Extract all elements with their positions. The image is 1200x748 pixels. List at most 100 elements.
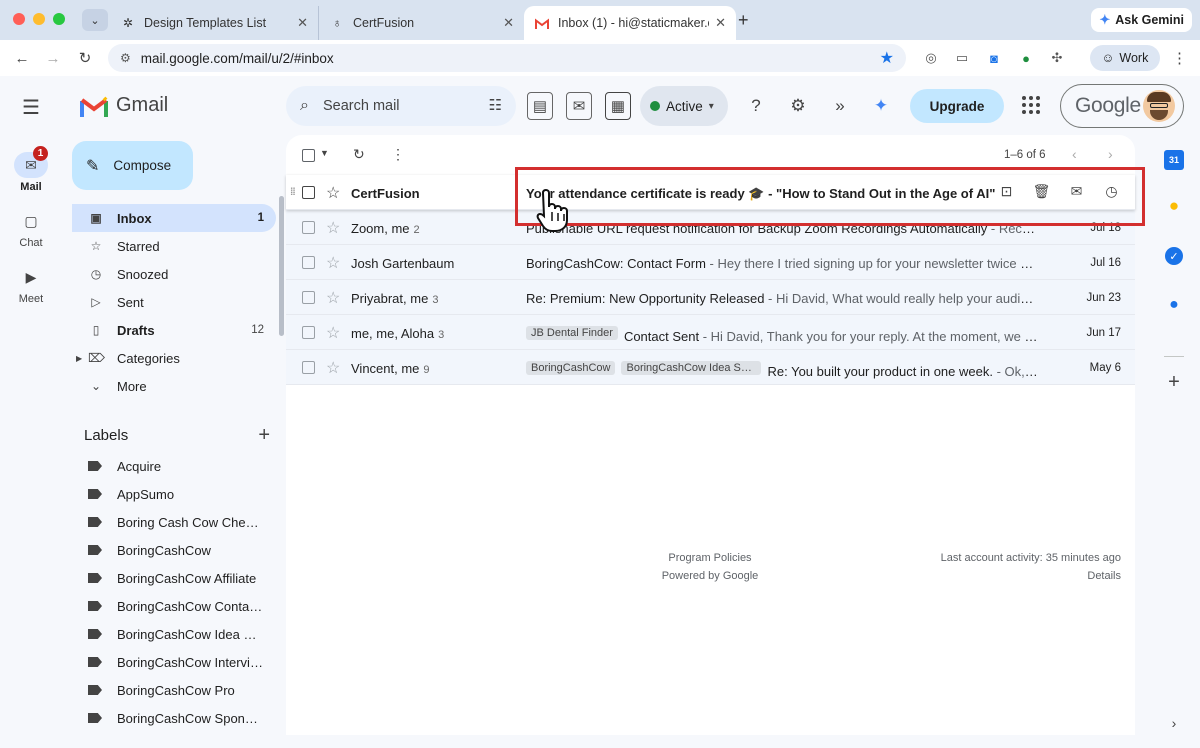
gemini-icon[interactable]: ✦ bbox=[870, 95, 892, 117]
folder-categories[interactable]: ▶ ⌦ Categories bbox=[72, 344, 276, 372]
folder-sent[interactable]: ▷ Sent bbox=[72, 288, 276, 316]
back-button[interactable]: ← bbox=[11, 47, 33, 69]
search-icon[interactable]: ⌕ bbox=[300, 97, 309, 115]
label-chip[interactable]: BoringCashCow Idea Subs... bbox=[621, 361, 762, 375]
keep-bulb-icon[interactable]: ● bbox=[1164, 196, 1184, 216]
snooze-clock-icon[interactable]: ◷ bbox=[1103, 183, 1120, 200]
label-chip[interactable]: JB Dental Finder bbox=[526, 326, 618, 340]
compose-button[interactable]: ✎ Compose bbox=[72, 141, 193, 190]
ask-gemini-button[interactable]: ✦ Ask Gemini bbox=[1091, 8, 1192, 32]
row-checkbox[interactable] bbox=[302, 221, 315, 234]
label-chip[interactable]: BoringCashCow bbox=[526, 361, 616, 375]
add-label-icon[interactable]: + bbox=[258, 424, 270, 447]
workflow-extension-icon[interactable]: » bbox=[829, 95, 851, 117]
next-page-icon[interactable]: › bbox=[1108, 146, 1113, 162]
label-item[interactable]: BoringCashCow Pro bbox=[72, 676, 276, 704]
trash-icon[interactable]: 🗑 bbox=[1033, 183, 1051, 200]
browser-tab-inbox[interactable]: Inbox (1) - hi@staticmaker.co ✕ bbox=[524, 6, 736, 40]
mail-merge-extension-icon[interactable]: ✉ bbox=[566, 92, 592, 120]
archive-icon[interactable]: ⊡ bbox=[998, 183, 1015, 200]
url-field[interactable]: ⚙ mail.google.com/mail/u/2/#inbox ★ bbox=[108, 44, 906, 72]
expand-caret-icon[interactable]: ▶ bbox=[76, 354, 82, 363]
camera-extension-icon[interactable]: ◙ bbox=[985, 49, 1003, 67]
tab-search-button[interactable]: ⌄ bbox=[82, 9, 108, 31]
help-icon[interactable]: ? bbox=[745, 95, 767, 117]
profile-button[interactable]: ☺ Work bbox=[1090, 45, 1160, 71]
email-row[interactable]: ☆ me, me, Aloha 3 JB Dental Finder Contact… bbox=[286, 315, 1135, 350]
more-options-icon[interactable]: ⋮ bbox=[391, 146, 405, 163]
label-item[interactable]: BoringCashCow Contact... bbox=[72, 592, 276, 620]
row-checkbox[interactable] bbox=[302, 361, 315, 374]
browser-tab-design-templates[interactable]: ✲ Design Templates List ✕ bbox=[110, 6, 318, 40]
compass-extension-icon[interactable]: ◎ bbox=[922, 49, 940, 67]
label-item[interactable]: BoringCashCow Affiliate bbox=[72, 564, 276, 592]
chevron-right-icon[interactable]: › bbox=[1164, 713, 1184, 733]
row-checkbox[interactable] bbox=[302, 291, 315, 304]
folder-more[interactable]: ⌄ More bbox=[72, 372, 276, 400]
close-icon[interactable]: ✕ bbox=[297, 15, 308, 31]
site-settings-icon[interactable]: ⚙ bbox=[120, 51, 131, 65]
program-policies-link[interactable]: Program Policies bbox=[646, 549, 774, 567]
refresh-icon[interactable]: ↻ bbox=[353, 146, 365, 163]
email-row[interactable]: ☆ Josh Gartenbaum BoringCashCow: Contact… bbox=[286, 245, 1135, 280]
email-row[interactable]: ☆ Priyabrat, me 3 Re: Premium: New Opport… bbox=[286, 280, 1135, 315]
select-dropdown-icon[interactable]: ▼ bbox=[320, 148, 329, 158]
google-apps-icon[interactable] bbox=[1022, 96, 1040, 114]
details-link[interactable]: Details bbox=[941, 567, 1121, 585]
search-bar[interactable]: ⌕ ☷ bbox=[286, 86, 516, 126]
star-icon[interactable]: ☆ bbox=[326, 358, 340, 378]
star-icon[interactable]: ☆ bbox=[326, 183, 340, 203]
upgrade-button[interactable]: Upgrade bbox=[910, 89, 1004, 123]
label-item[interactable]: AppSumo bbox=[72, 480, 276, 508]
search-input[interactable] bbox=[322, 98, 463, 114]
contacts-person-icon[interactable]: ● bbox=[1164, 295, 1184, 315]
folder-drafts[interactable]: ▯ Drafts 12 bbox=[72, 316, 276, 344]
browser-tab-certfusion[interactable]: ♁ CertFusion ✕ bbox=[318, 6, 524, 40]
row-checkbox[interactable] bbox=[302, 256, 315, 269]
reload-button[interactable]: ↻ bbox=[74, 47, 96, 69]
drag-handle-icon[interactable]: ⁞⁞ bbox=[290, 187, 296, 198]
sidebar-scrollbar[interactable] bbox=[279, 196, 284, 336]
bookmark-star-icon[interactable]: ★ bbox=[880, 48, 894, 68]
search-options-icon[interactable]: ☷ bbox=[489, 96, 502, 114]
folder-inbox[interactable]: ▣ Inbox 1 bbox=[72, 204, 276, 232]
star-icon[interactable]: ☆ bbox=[326, 288, 340, 308]
label-item[interactable]: BoringCashCow Idea Su... bbox=[72, 620, 276, 648]
close-icon[interactable]: ✕ bbox=[503, 15, 514, 31]
cursor-extension-icon[interactable]: ● bbox=[1017, 49, 1035, 67]
add-addon-icon[interactable]: + bbox=[1164, 371, 1184, 393]
folder-starred[interactable]: ☆ Starred bbox=[72, 232, 276, 260]
label-item[interactable]: BoringCashCow bbox=[72, 536, 276, 564]
maximize-window-button[interactable] bbox=[53, 13, 65, 25]
email-row[interactable]: ☆ Vincent, me 9 BoringCashCow BoringCashCo… bbox=[286, 350, 1135, 385]
rail-meet[interactable]: ▶ Meet bbox=[0, 264, 62, 306]
row-checkbox[interactable] bbox=[302, 326, 315, 339]
minimize-window-button[interactable] bbox=[33, 13, 45, 25]
rail-mail[interactable]: ✉ 1 Mail bbox=[0, 146, 62, 193]
star-icon[interactable]: ☆ bbox=[326, 218, 340, 238]
close-icon[interactable]: ✕ bbox=[715, 15, 726, 31]
sheets-extension-icon[interactable]: ▤ bbox=[527, 92, 553, 120]
mark-read-icon[interactable]: ✉ bbox=[1068, 183, 1085, 200]
label-item[interactable]: Boring Cash Cow Check... bbox=[72, 508, 276, 536]
label-item[interactable]: Acquire bbox=[72, 452, 276, 480]
puzzle-extensions-icon[interactable]: ✣ bbox=[1048, 49, 1066, 67]
layout-extension-icon[interactable]: ▦ bbox=[605, 92, 631, 120]
select-all-checkbox[interactable] bbox=[302, 149, 315, 162]
star-icon[interactable]: ☆ bbox=[326, 323, 340, 343]
label-item[interactable]: BoringCashCow Sponso... bbox=[72, 704, 276, 732]
close-window-button[interactable] bbox=[13, 13, 25, 25]
email-row[interactable]: ⁞⁞ ☆ CertFusion Your attendance certific… bbox=[286, 175, 1135, 210]
label-item[interactable]: BoringCashCow Interview bbox=[72, 648, 276, 676]
email-row[interactable]: ☆ Zoom, me 2 Publishable URL request noti… bbox=[286, 210, 1135, 245]
status-selector[interactable]: Active ▾ bbox=[640, 86, 728, 126]
forward-button[interactable]: → bbox=[42, 47, 64, 69]
window-extension-icon[interactable]: ▭ bbox=[953, 49, 971, 67]
tasks-check-icon[interactable]: ✓ bbox=[1165, 247, 1183, 265]
gear-icon[interactable]: ⚙ bbox=[787, 95, 809, 117]
calendar-icon[interactable]: 31 bbox=[1164, 150, 1184, 170]
prev-page-icon[interactable]: ‹ bbox=[1072, 146, 1077, 162]
star-icon[interactable]: ☆ bbox=[326, 253, 340, 273]
gmail-logo[interactable]: Gmail bbox=[80, 94, 168, 117]
browser-menu-icon[interactable]: ⋮ bbox=[1172, 49, 1187, 67]
